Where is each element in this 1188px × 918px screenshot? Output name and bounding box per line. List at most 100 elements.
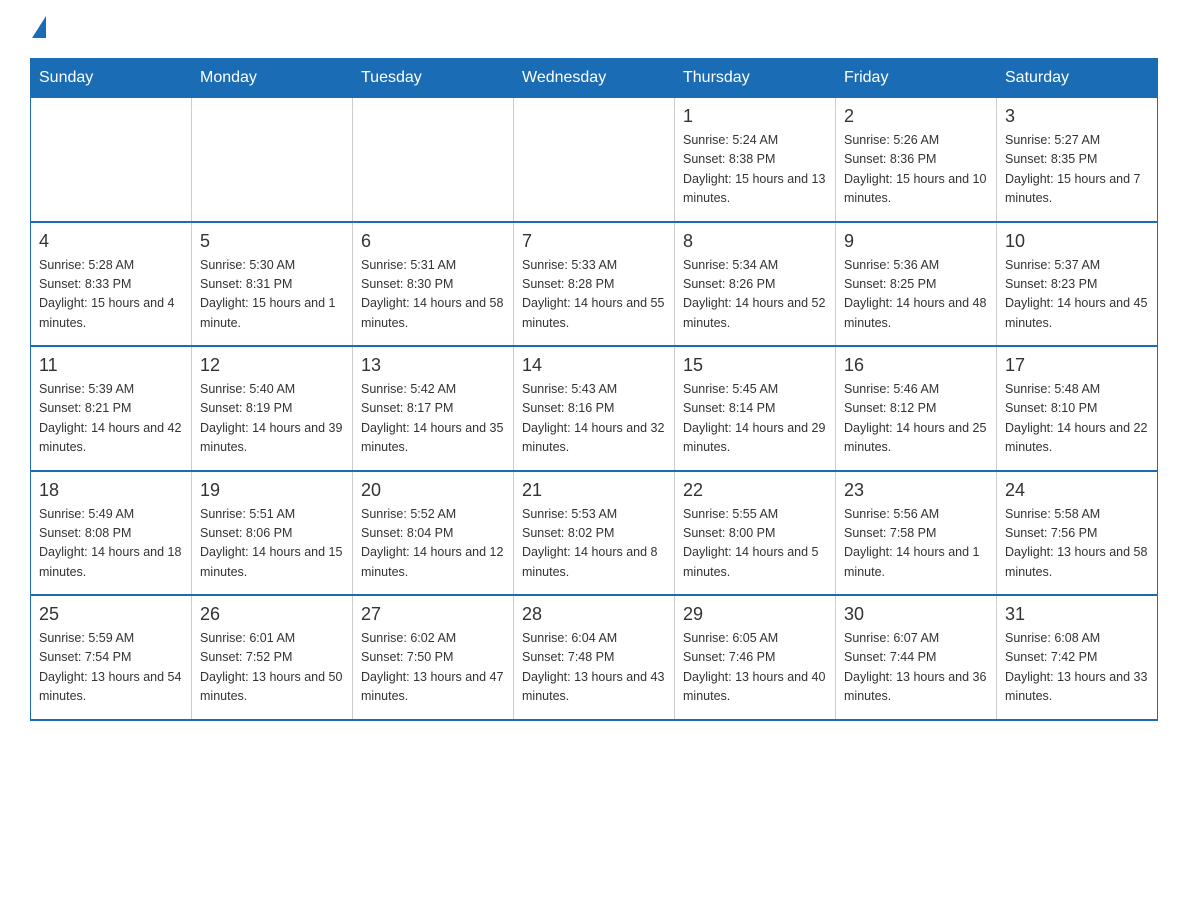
day-info: Sunrise: 5:56 AMSunset: 7:58 PMDaylight:… [844,505,988,583]
calendar-cell: 30Sunrise: 6:07 AMSunset: 7:44 PMDayligh… [836,595,997,720]
calendar-cell: 3 Sunrise: 5:27 AMSunset: 8:35 PMDaylight… [997,98,1158,222]
calendar-cell: 5 Sunrise: 5:30 AMSunset: 8:31 PMDaylight… [192,222,353,347]
calendar-cell: 2 Sunrise: 5:26 AMSunset: 8:36 PMDaylight… [836,98,997,222]
day-info: Sunrise: 5:27 AMSunset: 8:35 PMDaylight:… [1005,131,1149,209]
calendar-cell: 7 Sunrise: 5:33 AMSunset: 8:28 PMDaylight… [514,222,675,347]
calendar-cell: 23 Sunrise: 5:56 AMSunset: 7:58 PMDayligh… [836,471,997,596]
day-info: Sunrise: 5:45 AMSunset: 8:14 PMDaylight:… [683,380,827,458]
day-number: 16 [844,355,988,376]
header-thursday: Thursday [675,59,836,98]
day-number: 31 [1005,604,1149,625]
calendar-cell: 15 Sunrise: 5:45 AMSunset: 8:14 PMDayligh… [675,346,836,471]
calendar-cell: 11 Sunrise: 5:39 AMSunset: 8:21 PMDayligh… [31,346,192,471]
calendar-cell: 17 Sunrise: 5:48 AMSunset: 8:10 PMDayligh… [997,346,1158,471]
calendar-cell: 22Sunrise: 5:55 AMSunset: 8:00 PMDayligh… [675,471,836,596]
day-info: Sunrise: 6:07 AMSunset: 7:44 PMDaylight:… [844,629,988,707]
day-number: 27 [361,604,505,625]
header-wednesday: Wednesday [514,59,675,98]
day-number: 15 [683,355,827,376]
day-info: Sunrise: 5:37 AMSunset: 8:23 PMDaylight:… [1005,256,1149,334]
calendar-cell [353,98,514,222]
calendar-week-row: 25 Sunrise: 5:59 AMSunset: 7:54 PMDayligh… [31,595,1158,720]
day-info: Sunrise: 5:39 AMSunset: 8:21 PMDaylight:… [39,380,183,458]
calendar-cell: 28 Sunrise: 6:04 AMSunset: 7:48 PMDayligh… [514,595,675,720]
calendar-cell: 4Sunrise: 5:28 AMSunset: 8:33 PMDaylight… [31,222,192,347]
day-info: Sunrise: 5:49 AMSunset: 8:08 PMDaylight:… [39,505,183,583]
calendar-cell: 18 Sunrise: 5:49 AMSunset: 8:08 PMDayligh… [31,471,192,596]
day-info: Sunrise: 5:52 AMSunset: 8:04 PMDaylight:… [361,505,505,583]
header-friday: Friday [836,59,997,98]
day-info: Sunrise: 6:02 AMSunset: 7:50 PMDaylight:… [361,629,505,707]
day-info: Sunrise: 5:24 AMSunset: 8:38 PMDaylight:… [683,131,827,209]
calendar-cell: 31 Sunrise: 6:08 AMSunset: 7:42 PMDayligh… [997,595,1158,720]
day-number: 12 [200,355,344,376]
calendar-cell [31,98,192,222]
day-info: Sunrise: 6:05 AMSunset: 7:46 PMDaylight:… [683,629,827,707]
day-number: 10 [1005,231,1149,252]
calendar-week-row: 11 Sunrise: 5:39 AMSunset: 8:21 PMDayligh… [31,346,1158,471]
calendar-cell: 6 Sunrise: 5:31 AMSunset: 8:30 PMDaylight… [353,222,514,347]
day-number: 21 [522,480,666,501]
day-number: 24 [1005,480,1149,501]
day-info: Sunrise: 5:46 AMSunset: 8:12 PMDaylight:… [844,380,988,458]
weekday-header-row: Sunday Monday Tuesday Wednesday Thursday… [31,59,1158,98]
calendar-cell: 8 Sunrise: 5:34 AMSunset: 8:26 PMDaylight… [675,222,836,347]
day-info: Sunrise: 5:30 AMSunset: 8:31 PMDaylight:… [200,256,344,334]
header-sunday: Sunday [31,59,192,98]
day-info: Sunrise: 5:51 AMSunset: 8:06 PMDaylight:… [200,505,344,583]
day-info: Sunrise: 6:01 AMSunset: 7:52 PMDaylight:… [200,629,344,707]
day-number: 9 [844,231,988,252]
day-info: Sunrise: 5:58 AMSunset: 7:56 PMDaylight:… [1005,505,1149,583]
calendar-cell: 25 Sunrise: 5:59 AMSunset: 7:54 PMDayligh… [31,595,192,720]
calendar-cell: 26 Sunrise: 6:01 AMSunset: 7:52 PMDayligh… [192,595,353,720]
day-info: Sunrise: 6:08 AMSunset: 7:42 PMDaylight:… [1005,629,1149,707]
calendar-cell: 20 Sunrise: 5:52 AMSunset: 8:04 PMDayligh… [353,471,514,596]
day-number: 14 [522,355,666,376]
day-number: 18 [39,480,183,501]
calendar-table: Sunday Monday Tuesday Wednesday Thursday… [30,58,1158,721]
calendar-cell: 21Sunrise: 5:53 AMSunset: 8:02 PMDayligh… [514,471,675,596]
day-info: Sunrise: 5:33 AMSunset: 8:28 PMDaylight:… [522,256,666,334]
day-number: 4 [39,231,183,252]
calendar-cell: 9 Sunrise: 5:36 AMSunset: 8:25 PMDaylight… [836,222,997,347]
day-info: Sunrise: 5:31 AMSunset: 8:30 PMDaylight:… [361,256,505,334]
day-number: 13 [361,355,505,376]
day-info: Sunrise: 5:42 AMSunset: 8:17 PMDaylight:… [361,380,505,458]
day-number: 2 [844,106,988,127]
day-number: 29 [683,604,827,625]
calendar-cell: 14Sunrise: 5:43 AMSunset: 8:16 PMDayligh… [514,346,675,471]
calendar-cell: 1Sunrise: 5:24 AMSunset: 8:38 PMDaylight… [675,98,836,222]
day-info: Sunrise: 5:36 AMSunset: 8:25 PMDaylight:… [844,256,988,334]
day-info: Sunrise: 5:26 AMSunset: 8:36 PMDaylight:… [844,131,988,209]
day-number: 8 [683,231,827,252]
day-info: Sunrise: 5:40 AMSunset: 8:19 PMDaylight:… [200,380,344,458]
day-info: Sunrise: 5:48 AMSunset: 8:10 PMDaylight:… [1005,380,1149,458]
day-info: Sunrise: 5:59 AMSunset: 7:54 PMDaylight:… [39,629,183,707]
day-number: 22 [683,480,827,501]
day-number: 11 [39,355,183,376]
calendar-week-row: 18 Sunrise: 5:49 AMSunset: 8:08 PMDayligh… [31,471,1158,596]
calendar-cell: 29 Sunrise: 6:05 AMSunset: 7:46 PMDayligh… [675,595,836,720]
day-info: Sunrise: 5:34 AMSunset: 8:26 PMDaylight:… [683,256,827,334]
day-number: 7 [522,231,666,252]
calendar-cell [192,98,353,222]
page-header [30,20,1158,38]
calendar-week-row: 1Sunrise: 5:24 AMSunset: 8:38 PMDaylight… [31,98,1158,222]
day-number: 19 [200,480,344,501]
day-number: 3 [1005,106,1149,127]
calendar-week-row: 4Sunrise: 5:28 AMSunset: 8:33 PMDaylight… [31,222,1158,347]
day-number: 20 [361,480,505,501]
header-monday: Monday [192,59,353,98]
day-number: 26 [200,604,344,625]
day-info: Sunrise: 6:04 AMSunset: 7:48 PMDaylight:… [522,629,666,707]
day-number: 23 [844,480,988,501]
header-tuesday: Tuesday [353,59,514,98]
calendar-cell: 16 Sunrise: 5:46 AMSunset: 8:12 PMDayligh… [836,346,997,471]
day-number: 28 [522,604,666,625]
day-number: 6 [361,231,505,252]
calendar-cell: 27 Sunrise: 6:02 AMSunset: 7:50 PMDayligh… [353,595,514,720]
day-number: 17 [1005,355,1149,376]
day-number: 5 [200,231,344,252]
calendar-cell: 24 Sunrise: 5:58 AMSunset: 7:56 PMDayligh… [997,471,1158,596]
day-number: 25 [39,604,183,625]
